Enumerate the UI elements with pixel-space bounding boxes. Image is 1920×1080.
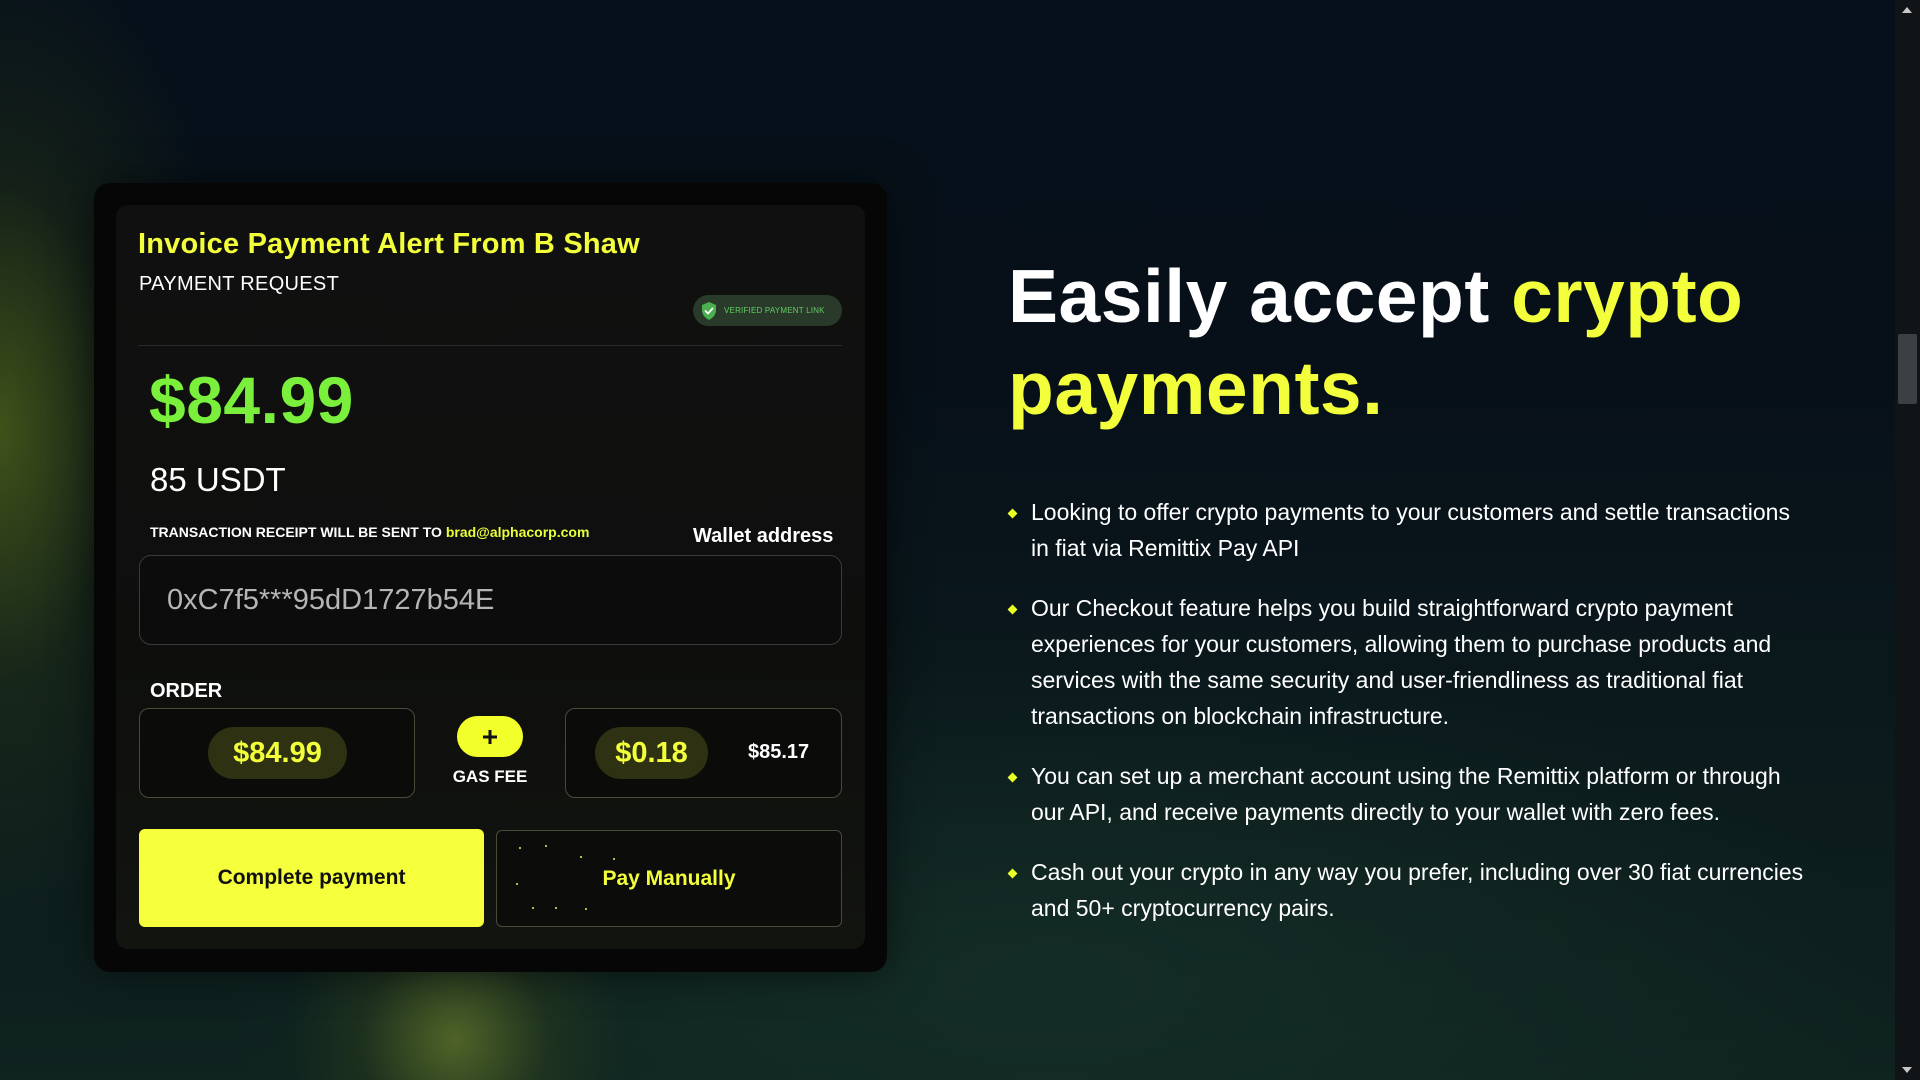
feature-item: You can set up a merchant account using … — [1007, 758, 1808, 830]
feature-item: Our Checkout feature helps you build str… — [1007, 590, 1808, 734]
sparkle-dot — [545, 845, 547, 847]
wallet-address-label: Wallet address — [693, 525, 834, 547]
scroll-down-arrow-icon[interactable] — [1902, 1067, 1912, 1073]
receipt-notice: TRANSACTION RECEIPT WILL BE SENT TO brad… — [150, 524, 589, 540]
card-divider — [138, 345, 842, 346]
sparkle-dot — [555, 907, 557, 909]
order-amount-box: $84.99 — [139, 708, 415, 798]
feature-text: Cash out your crypto in any way you pref… — [1031, 859, 1804, 921]
order-amount-pill: $84.99 — [208, 727, 347, 779]
pay-manually-button[interactable]: Pay Manually — [496, 830, 842, 927]
gas-fee-pill: $0.18 — [595, 727, 708, 779]
verified-payment-badge: VERIFIED PAYMENT LINK — [693, 295, 842, 326]
sparkle-dot — [585, 908, 587, 910]
sparkle-dot — [519, 847, 521, 849]
feature-text: Looking to offer crypto payments to your… — [1031, 499, 1790, 561]
feature-text: You can set up a merchant account using … — [1031, 763, 1781, 825]
total-amount: $85.17 — [748, 741, 810, 763]
diamond-bullet-icon — [1007, 868, 1018, 879]
sparkle-dot — [516, 883, 518, 885]
verified-badge-label: VERIFIED PAYMENT LINK — [724, 306, 825, 315]
shield-check-icon — [702, 301, 716, 320]
order-label: ORDER — [150, 680, 223, 702]
feature-text: Our Checkout feature helps you build str… — [1031, 595, 1772, 729]
add-gas-fee-button[interactable] — [457, 716, 523, 757]
diamond-bullet-icon — [1007, 604, 1018, 615]
page-scrollbar[interactable] — [1895, 0, 1920, 1080]
sparkle-dot — [532, 907, 534, 909]
headline-plain: Easily accept — [1008, 254, 1512, 338]
sparkle-dot — [580, 856, 582, 858]
diamond-bullet-icon — [1007, 772, 1018, 783]
wallet-address-field[interactable] — [139, 555, 842, 645]
gas-fee-label: GAS FEE — [452, 767, 528, 786]
plus-icon — [483, 729, 497, 744]
scroll-up-arrow-icon[interactable] — [1902, 7, 1912, 13]
receipt-email-link[interactable]: brad@alphacorp.com — [446, 524, 590, 540]
feature-list: Looking to offer crypto payments to your… — [1007, 494, 1808, 950]
receipt-prefix: TRANSACTION RECEIPT WILL BE SENT TO — [150, 524, 446, 540]
scrollbar-thumb[interactable] — [1898, 334, 1917, 404]
crypto-amount: 85 USDT — [150, 461, 286, 498]
feature-item: Cash out your crypto in any way you pref… — [1007, 854, 1808, 926]
complete-payment-button[interactable]: Complete payment — [139, 829, 484, 927]
feature-item: Looking to offer crypto payments to your… — [1007, 494, 1808, 566]
invoice-title: Invoice Payment Alert From B Shaw — [138, 228, 640, 260]
hero-headline: Easily accept crypto payments. — [1008, 250, 1848, 434]
gas-fee-total-box: $0.18 $85.17 — [565, 708, 842, 798]
payment-amount: $84.99 — [149, 363, 354, 437]
sparkle-dot — [613, 858, 615, 860]
diamond-bullet-icon — [1007, 508, 1018, 519]
payment-request-label: PAYMENT REQUEST — [139, 273, 340, 295]
